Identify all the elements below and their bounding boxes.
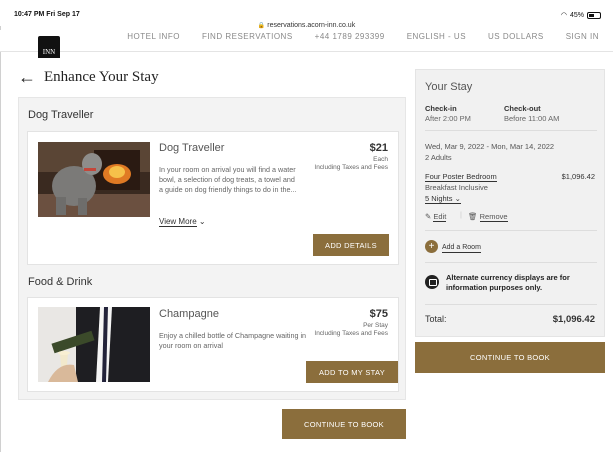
remove-button[interactable]: 🗑 Remove [468, 212, 508, 222]
dog-fireplace-image [38, 142, 150, 217]
checkout-value: Before 11:00 AM [504, 114, 560, 123]
nights-label: 5 Nights [425, 194, 453, 203]
address-bar[interactable]: 🔒 reservations.acorn-inn.co.uk [0, 22, 613, 29]
checkin-label: Check-in [425, 104, 457, 113]
checkin-value: After 2:00 PM [425, 114, 471, 123]
status-bar: 10:47 PM Fri Sep 17 🔒 reservations.acorn-… [0, 0, 613, 29]
addon-price-note: Including Taxes and Fees [314, 164, 388, 171]
addon-price: $21 [369, 142, 388, 154]
page-header: ← Enhance Your Stay [18, 68, 159, 86]
rate-name: Breakfast Inclusive [425, 183, 488, 192]
total-label: Total: [425, 314, 447, 324]
status-time: 10:47 PM Fri Sep 17 [14, 11, 80, 18]
status-indicators: ◠ 45% [561, 11, 601, 19]
summary-title: Your Stay [425, 81, 473, 93]
top-navigation: INN HOTEL INFO FIND RESERVATIONS +44 178… [0, 30, 613, 58]
addons-panel: Dog Traveller Dog Traveller In your room… [18, 97, 406, 400]
room-price: $1,096.42 [561, 172, 595, 181]
battery-icon [587, 11, 601, 19]
chevron-down-icon: ⌄ [452, 194, 461, 203]
addon-price-note: Including Taxes and Fees [314, 330, 388, 337]
page-title: Enhance Your Stay [44, 68, 159, 85]
addon-card-dog-traveller: Dog Traveller In your room on arrival yo… [27, 131, 399, 265]
add-a-room-link[interactable]: Add a Room [442, 243, 481, 253]
addon-card-champagne: Champagne Enjoy a chilled bottle of Cham… [27, 297, 399, 392]
total-value: $1,096.42 [552, 314, 595, 325]
battery-percent: 45% [569, 11, 584, 19]
champagne-image [38, 307, 150, 382]
section-title-dog-traveller: Dog Traveller [28, 109, 94, 121]
divider [425, 230, 597, 231]
url-text: reservations.acorn-inn.co.uk [267, 22, 356, 29]
addon-price: $75 [369, 308, 388, 320]
divider [425, 304, 597, 305]
addon-name: Dog Traveller [159, 142, 225, 154]
trash-icon: 🗑 [468, 212, 478, 221]
divider [425, 130, 597, 131]
continue-to-book-sidebar-button[interactable]: CONTINUE TO BOOK [415, 342, 605, 373]
divider [425, 262, 597, 263]
nights-toggle[interactable]: 5 Nights ⌄ [425, 194, 461, 204]
continue-to-book-button[interactable]: CONTINUE TO BOOK [282, 409, 406, 439]
addon-description: In your room on arrival you will find a … [159, 165, 297, 194]
nav-currency[interactable]: US DOLLARS [488, 32, 544, 41]
checkout-label: Check-out [504, 104, 541, 113]
room-name-link[interactable]: Four Poster Bedroom [425, 172, 497, 182]
guest-count: 2 Adults [425, 153, 452, 162]
addon-name: Champagne [159, 308, 219, 320]
nav-hotel-info[interactable]: HOTEL INFO [127, 32, 180, 41]
nav-language[interactable]: ENGLISH - US [407, 32, 466, 41]
back-arrow-icon[interactable]: ← [18, 68, 36, 86]
currency-info-icon [425, 275, 439, 289]
hotel-logo[interactable]: INN [38, 36, 60, 58]
view-more-link[interactable]: View More ⌄ [159, 217, 206, 227]
pencil-icon: ✎ [425, 212, 432, 221]
remove-label: Remove [479, 212, 508, 222]
add-to-my-stay-button[interactable]: ADD TO MY STAY [306, 361, 398, 383]
addon-description: Enjoy a chilled bottle of Champagne wait… [159, 331, 307, 350]
nav-sign-in[interactable]: SIGN IN [566, 32, 599, 41]
nav-menu: HOTEL INFO FIND RESERVATIONS +44 1789 29… [127, 32, 599, 41]
add-details-button[interactable]: ADD DETAILS [313, 234, 389, 256]
wifi-icon: ◠ [560, 12, 567, 19]
stay-dates: Wed, Mar 9, 2022 - Mon, Mar 14, 2022 [425, 142, 555, 151]
action-separator: | [460, 210, 462, 219]
nav-find-reservations[interactable]: FIND RESERVATIONS [202, 32, 293, 41]
nav-phone[interactable]: +44 1789 293399 [315, 32, 385, 41]
currency-note: Alternate currency displays are for info… [446, 273, 570, 292]
edit-label: Edit [433, 212, 447, 222]
plus-icon[interactable]: + [425, 240, 438, 253]
chevron-down-icon: ⌄ [198, 217, 206, 226]
section-title-food-drink: Food & Drink [28, 276, 93, 288]
edit-button[interactable]: ✎ Edit [425, 212, 447, 222]
your-stay-summary: Your Stay Check-in After 2:00 PM Check-o… [415, 69, 605, 337]
view-more-label: View More [159, 217, 197, 227]
addon-price-unit: Each [373, 156, 388, 163]
addon-price-unit: Per Stay [363, 322, 388, 329]
lock-icon: 🔒 [257, 23, 266, 29]
